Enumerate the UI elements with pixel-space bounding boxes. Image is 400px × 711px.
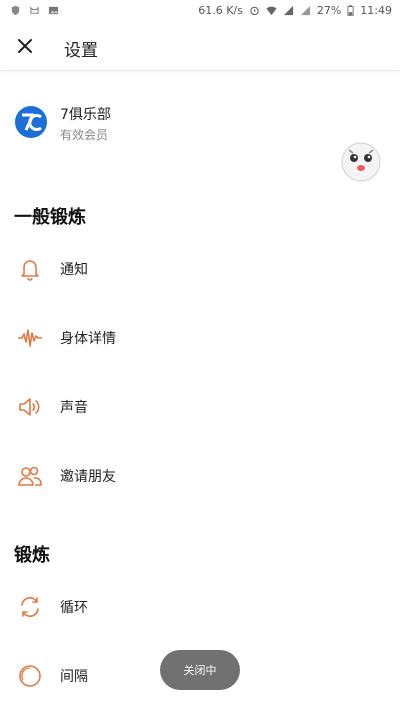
shield-icon	[11, 5, 20, 16]
cat-icon	[30, 6, 39, 14]
status-bar: 61.6 K/s 27% 11:49	[0, 0, 400, 24]
signal-icon	[283, 5, 293, 16]
row-label: 邀请朋友	[60, 469, 116, 485]
network-speed: 61.6 K/s	[198, 4, 243, 17]
club-logo	[15, 106, 47, 138]
close-icon[interactable]	[16, 37, 34, 55]
settings-row-notifications[interactable]: 通知	[0, 244, 400, 294]
membership-status: 有效会员	[60, 128, 109, 142]
settings-row-invite-friends[interactable]: 邀请朋友	[0, 451, 400, 501]
alarm-icon	[250, 6, 259, 16]
bell-icon	[21, 260, 39, 281]
signal-icon-2	[300, 5, 310, 16]
row-label: 间隔	[60, 669, 88, 685]
settings-row-sound[interactable]: 声音	[0, 382, 400, 432]
settings-row-body-details[interactable]: 身体详情	[0, 313, 400, 363]
club-membership[interactable]: 7俱乐部 有效会员	[14, 102, 314, 146]
loop-icon	[21, 597, 39, 617]
row-label: 通知	[60, 262, 88, 278]
row-label: 身体详情	[60, 331, 116, 347]
toast-message: 关闭中	[160, 650, 240, 690]
battery-icon	[347, 5, 354, 16]
row-label: 循环	[60, 600, 88, 616]
wifi-icon	[266, 6, 277, 16]
clock-time: 11:49	[360, 4, 392, 17]
status-left-icons	[10, 5, 59, 16]
friends-icon	[18, 466, 42, 486]
interval-icon	[19, 665, 41, 687]
club-name: 7俱乐部	[60, 107, 111, 123]
mascot-float-button[interactable]	[340, 141, 382, 183]
status-right: 61.6 K/s 27% 11:49	[198, 4, 392, 17]
page-title: 设置	[64, 41, 98, 61]
row-label: 声音	[60, 400, 88, 416]
app-bar: 设置	[0, 24, 400, 71]
section-title-workout: 锻炼	[14, 545, 50, 566]
image-icon	[48, 6, 59, 15]
battery-percent: 27%	[316, 4, 342, 17]
section-title-general: 一般锻炼	[14, 207, 86, 228]
waveform-icon	[18, 329, 42, 347]
settings-row-loop[interactable]: 循环	[0, 582, 400, 632]
speaker-icon	[19, 398, 40, 416]
